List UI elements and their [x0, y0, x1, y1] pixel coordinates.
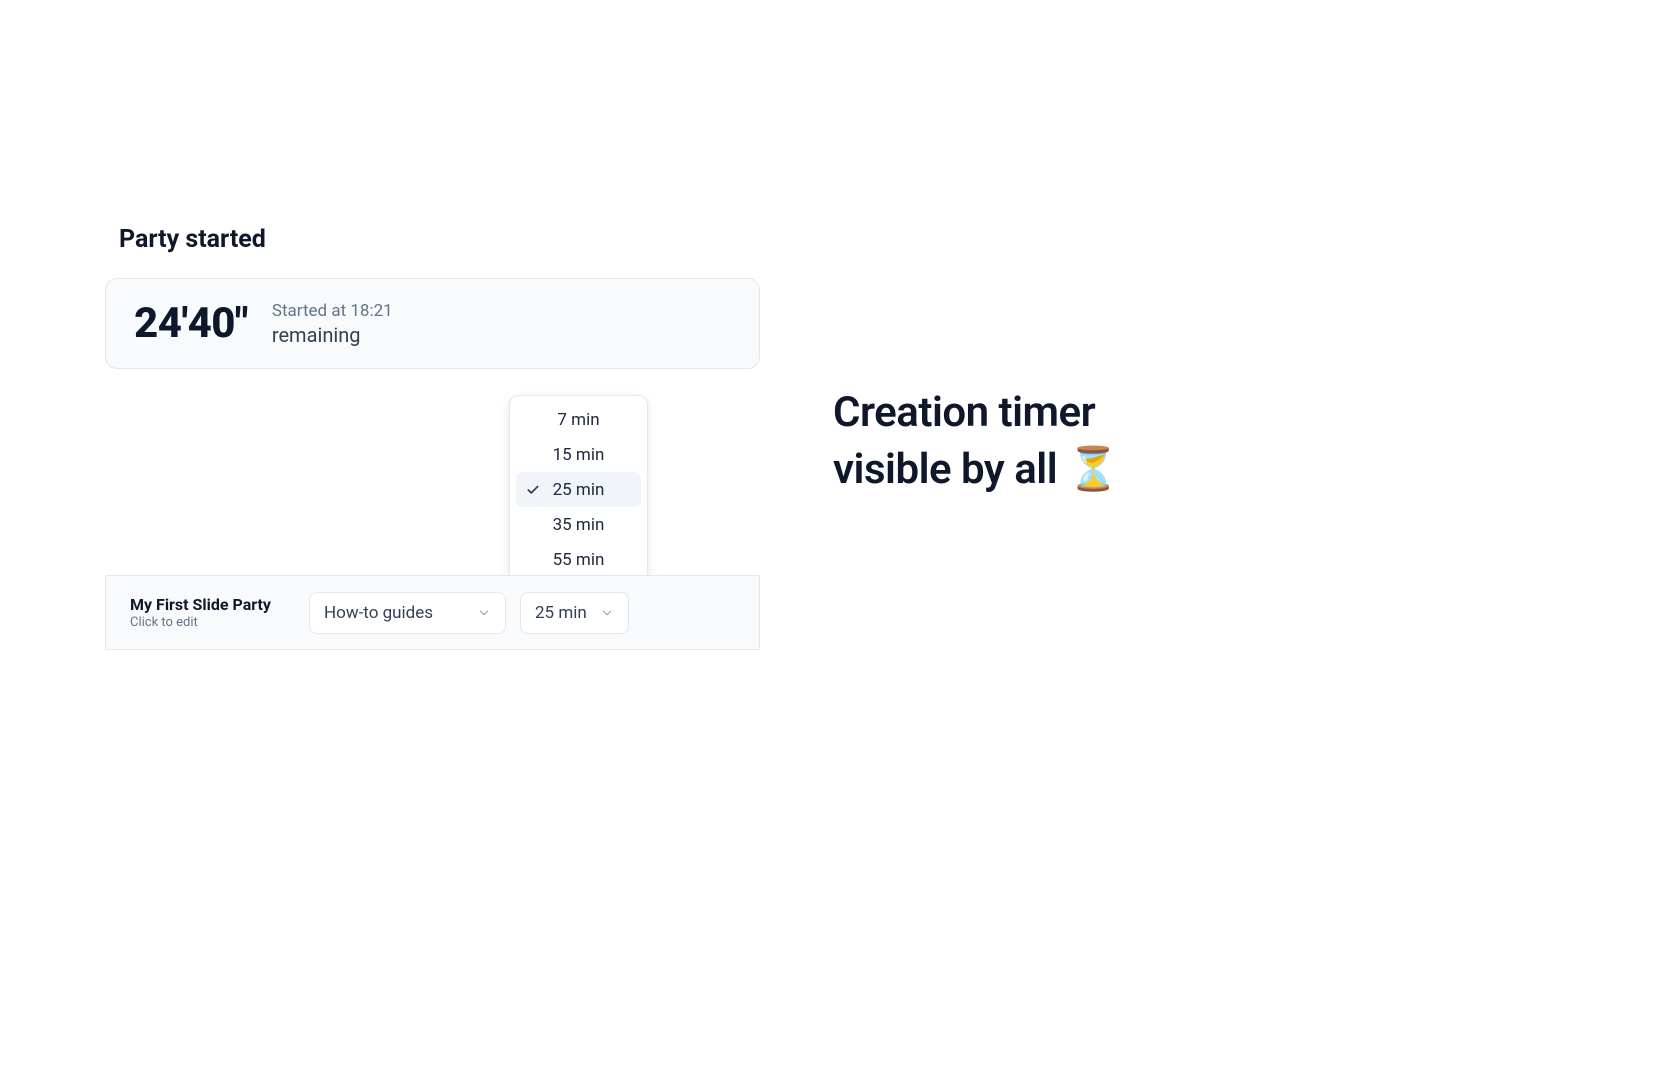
caption-text: Creation timer visible by all ⏳ [833, 385, 1119, 498]
remaining-label: remaining [272, 323, 393, 347]
timer-panel: Party started 24'40" Started at 18:21 re… [105, 225, 760, 369]
caption-line1: Creation timer [833, 388, 1095, 437]
timer-meta: Started at 18:21 remaining [272, 301, 393, 347]
chevron-down-icon [600, 606, 614, 620]
dropdown-option-label: 55 min [553, 550, 605, 570]
dropdown-option-55min[interactable]: 55 min [516, 542, 641, 577]
time-dropdown-menu: 7 min 15 min 25 min 35 min 55 min [509, 395, 648, 584]
chevron-down-icon [477, 606, 491, 620]
check-icon [526, 483, 540, 497]
bottom-toolbar: My First Slide Party Click to edit How-t… [105, 575, 760, 650]
timer-value: 24'40" [134, 299, 248, 348]
party-name: My First Slide Party [130, 595, 295, 614]
dropdown-option-15min[interactable]: 15 min [516, 437, 641, 472]
dropdown-option-7min[interactable]: 7 min [516, 402, 641, 437]
started-at-label: Started at 18:21 [272, 301, 393, 321]
time-select-label: 25 min [535, 603, 587, 623]
dropdown-option-label: 15 min [553, 445, 605, 465]
time-select[interactable]: 25 min [520, 592, 629, 634]
dropdown-option-label: 25 min [553, 480, 605, 500]
dropdown-option-35min[interactable]: 35 min [516, 507, 641, 542]
dropdown-option-label: 35 min [553, 515, 605, 535]
edit-hint: Click to edit [130, 615, 295, 630]
guide-select-label: How-to guides [324, 603, 433, 623]
dropdown-option-label: 7 min [557, 410, 599, 430]
dropdown-option-25min[interactable]: 25 min [516, 472, 641, 507]
timer-card: 24'40" Started at 18:21 remaining [105, 278, 760, 369]
party-info[interactable]: My First Slide Party Click to edit [130, 595, 295, 630]
guide-select[interactable]: How-to guides [309, 592, 506, 634]
caption-line2: visible by all ⏳ [833, 445, 1119, 494]
section-title: Party started [105, 225, 760, 254]
